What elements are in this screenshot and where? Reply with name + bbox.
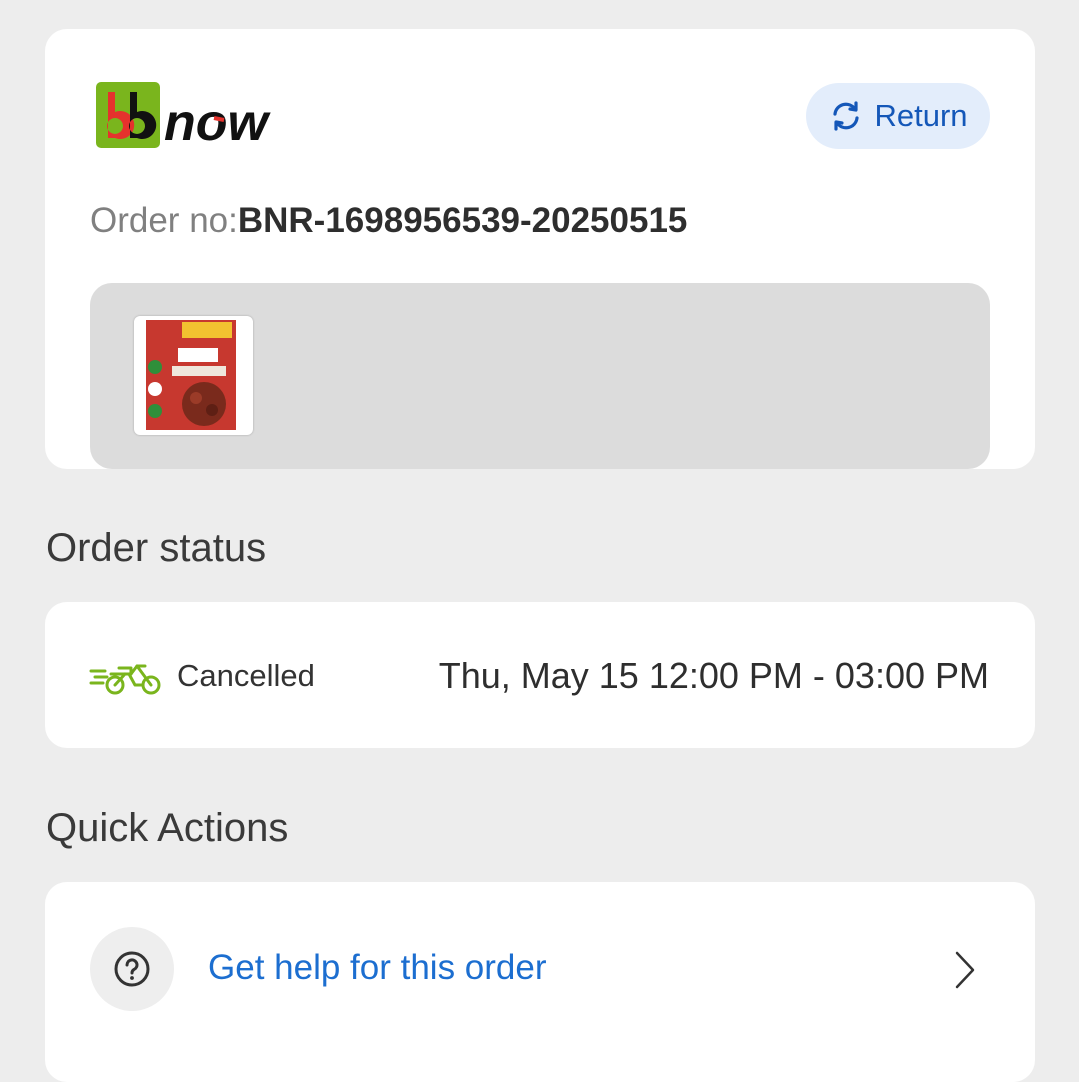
bbnow-logo: now xyxy=(96,82,272,149)
status-label: Cancelled xyxy=(177,658,315,693)
order-status-title: Order status xyxy=(46,526,267,570)
refresh-icon xyxy=(833,101,860,131)
get-help-row[interactable]: Get help for this order xyxy=(45,882,1035,1056)
delivery-bike-icon xyxy=(89,664,161,695)
order-number-value: BNR-1698956539-20250515 xyxy=(237,201,688,240)
order-card: now Return Order no:BNR-1698956539-20250… xyxy=(45,29,1035,469)
return-button[interactable]: Return xyxy=(806,83,990,149)
product-thumbnail[interactable] xyxy=(134,316,253,435)
quick-actions-title: Quick Actions xyxy=(46,806,289,850)
order-number-label: Order no: xyxy=(90,201,238,240)
order-items-strip[interactable] xyxy=(90,283,990,469)
order-status-card: Cancelled Thu, May 15 12:00 PM - 03:00 P… xyxy=(45,602,1035,748)
delivery-slot: Thu, May 15 12:00 PM - 03:00 PM xyxy=(438,655,989,696)
svg-text:now: now xyxy=(164,94,272,149)
order-number: Order no:BNR-1698956539-20250515 xyxy=(90,201,687,241)
help-question-icon xyxy=(114,951,150,987)
chevron-right-icon xyxy=(955,951,975,989)
quick-actions-card: Get help for this order xyxy=(45,882,1035,1082)
help-icon-circle xyxy=(90,927,174,1011)
get-help-label: Get help for this order xyxy=(208,948,547,987)
return-label: Return xyxy=(874,98,968,133)
product-pack-icon xyxy=(146,320,236,430)
